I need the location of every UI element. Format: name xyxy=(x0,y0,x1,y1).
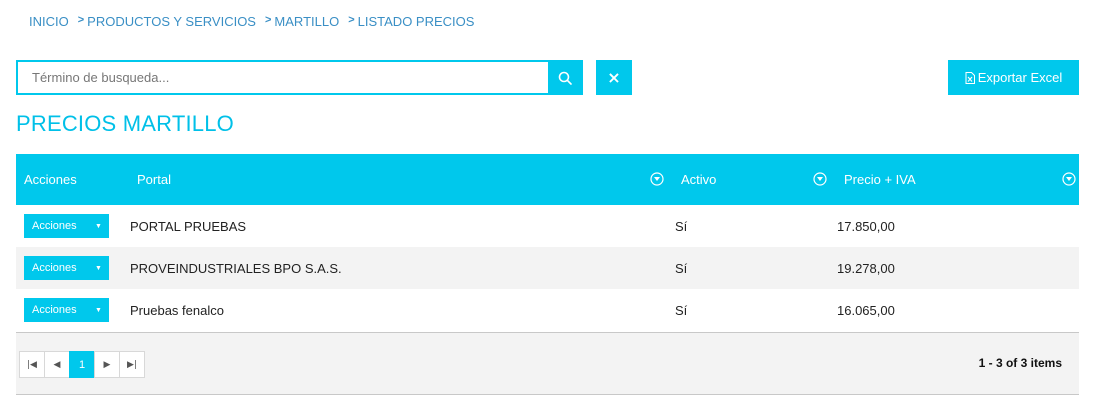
breadcrumb-item-martillo[interactable]: MARTILLO xyxy=(274,14,339,29)
filter-icon[interactable] xyxy=(813,172,827,186)
breadcrumb-item-listado[interactable]: LISTADO PRECIOS xyxy=(358,14,475,29)
breadcrumb-item-productos[interactable]: PRODUCTOS Y SERVICIOS xyxy=(87,14,256,29)
cell-precio: 16.065,00 xyxy=(837,302,895,318)
table-row: Acciones ▼ Pruebas fenalco Sí 16.065,00 xyxy=(16,289,1079,331)
table-row: Acciones ▼ PROVEINDUSTRIALES BPO S.A.S. … xyxy=(16,247,1079,289)
row-actions-dropdown[interactable]: Acciones ▼ xyxy=(24,256,109,280)
first-page-icon: |◀ xyxy=(27,359,37,370)
breadcrumb-separator: > xyxy=(348,14,355,26)
breadcrumb: INICIO > PRODUCTOS Y SERVICIOS > MARTILL… xyxy=(29,14,483,29)
page-number-button[interactable]: 1 xyxy=(69,351,95,378)
table-row: Acciones ▼ PORTAL PRUEBAS Sí 17.850,00 xyxy=(16,205,1079,247)
page-title: PRECIOS MARTILLO xyxy=(16,111,234,136)
cell-precio: 17.850,00 xyxy=(837,218,895,234)
column-header-portal[interactable]: Portal xyxy=(137,154,171,205)
export-excel-label: Exportar Excel xyxy=(977,70,1063,85)
row-actions-label: Acciones xyxy=(32,304,77,316)
column-header-acciones: Acciones xyxy=(24,172,77,187)
next-page-button[interactable]: ▶ xyxy=(94,351,120,378)
excel-file-icon xyxy=(965,71,975,84)
breadcrumb-separator: > xyxy=(264,14,272,26)
row-actions-label: Acciones xyxy=(32,220,77,232)
cell-activo: Sí xyxy=(675,302,688,318)
prices-grid: Acciones Portal Activo Precio + IVA Acci… xyxy=(16,154,1079,331)
breadcrumb-separator: > xyxy=(77,14,85,26)
cell-activo: Sí xyxy=(675,260,688,276)
cell-portal: Pruebas fenalco xyxy=(130,302,224,318)
breadcrumb-item-inicio[interactable]: INICIO xyxy=(29,14,69,29)
cell-portal: PORTAL PRUEBAS xyxy=(130,218,247,234)
next-page-icon: ▶ xyxy=(103,359,111,370)
filter-icon[interactable] xyxy=(1062,172,1076,186)
close-icon: × xyxy=(607,68,621,87)
pager: |◀ ◀ 1 ▶ ▶| xyxy=(19,351,145,378)
cell-precio: 19.278,00 xyxy=(837,260,895,276)
clear-search-button[interactable]: × xyxy=(596,60,632,95)
row-actions-dropdown[interactable]: Acciones ▼ xyxy=(24,298,109,322)
prev-page-icon: ◀ xyxy=(53,359,61,370)
search-icon xyxy=(558,71,572,85)
row-actions-dropdown[interactable]: Acciones ▼ xyxy=(24,214,109,238)
column-header-precio[interactable]: Precio + IVA xyxy=(844,154,916,205)
caret-down-icon: ▼ xyxy=(95,264,102,272)
row-actions-label: Acciones xyxy=(32,262,77,274)
search-button[interactable] xyxy=(548,62,581,93)
grid-header: Acciones Portal Activo Precio + IVA xyxy=(16,154,1079,205)
caret-down-icon: ▼ xyxy=(95,222,102,230)
filter-icon[interactable] xyxy=(650,172,664,186)
last-page-icon: ▶| xyxy=(127,359,137,370)
search-input[interactable] xyxy=(18,62,548,93)
export-excel-button[interactable]: Exportar Excel xyxy=(948,60,1079,95)
cell-activo: Sí xyxy=(675,218,688,234)
pager-bar: |◀ ◀ 1 ▶ ▶| 1 - 3 of 3 items xyxy=(16,332,1079,395)
pager-info: 1 - 3 of 3 items xyxy=(978,356,1062,370)
search-box xyxy=(16,60,583,95)
cell-portal: PROVEINDUSTRIALES BPO S.A.S. xyxy=(130,260,342,276)
column-header-activo[interactable]: Activo xyxy=(681,154,716,205)
prev-page-button[interactable]: ◀ xyxy=(44,351,70,378)
last-page-button[interactable]: ▶| xyxy=(119,351,145,378)
first-page-button[interactable]: |◀ xyxy=(19,351,45,378)
caret-down-icon: ▼ xyxy=(95,306,102,314)
